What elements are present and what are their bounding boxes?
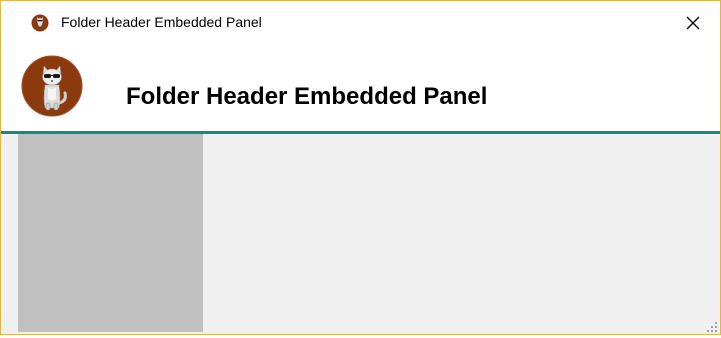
folder-header-panel: Folder Header Embedded Panel — [1, 41, 720, 131]
app-window: Folder Header Embedded Panel Folder Head… — [0, 0, 721, 335]
header-title: Folder Header Embedded Panel — [126, 83, 488, 110]
resize-grip-icon[interactable] — [706, 320, 718, 332]
window-title: Folder Header Embedded Panel — [61, 14, 262, 30]
content-area — [1, 134, 720, 334]
app-cat-icon — [31, 14, 49, 32]
left-pane — [18, 134, 203, 332]
close-icon — [686, 16, 700, 30]
close-button[interactable] — [675, 9, 711, 37]
cat-logo-icon — [21, 55, 83, 117]
title-bar[interactable]: Folder Header Embedded Panel — [1, 1, 720, 41]
